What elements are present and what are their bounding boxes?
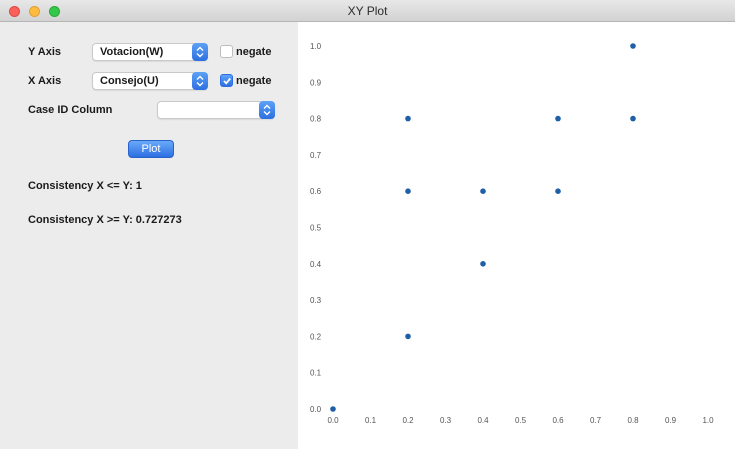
data-point <box>405 188 411 194</box>
consistency-le-text: Consistency X <= Y: 1 <box>28 180 142 192</box>
plot-button[interactable]: Plot <box>128 140 174 158</box>
y-axis-selected-value: Votacion(W) <box>100 46 164 58</box>
x-tick-label: 0.7 <box>590 416 602 425</box>
checkmark-icon <box>223 77 231 85</box>
data-point <box>405 115 411 122</box>
x-negate-checkbox[interactable] <box>220 74 233 87</box>
data-point <box>480 188 486 194</box>
case-id-chevron-icon <box>259 101 275 119</box>
y-axis-chevron-icon <box>192 43 208 61</box>
x-axis-label: X Axis <box>28 75 62 87</box>
data-point <box>555 115 561 122</box>
x-tick-label: 0.3 <box>440 416 452 425</box>
title-bar[interactable]: XY Plot <box>0 0 735 22</box>
x-tick-label: 0.2 <box>402 416 414 425</box>
y-tick-label: 0.2 <box>310 332 322 341</box>
x-tick-label: 0.6 <box>552 416 564 425</box>
data-point <box>480 261 486 267</box>
x-tick-label: 0.1 <box>365 416 377 425</box>
y-negate-checkbox[interactable] <box>220 45 233 58</box>
x-tick-label: 0.0 <box>327 416 339 425</box>
x-axis-select[interactable]: Consejo(U) <box>92 72 208 90</box>
x-axis-selected-value: Consejo(U) <box>100 75 159 87</box>
y-tick-label: 0.0 <box>310 405 322 414</box>
y-tick-label: 0.8 <box>310 115 322 124</box>
xy-plot-window: XY Plot Y Axis Votacion(W) negate X Axis… <box>0 0 735 449</box>
data-point <box>330 406 336 412</box>
y-tick-label: 0.7 <box>310 151 322 160</box>
y-tick-label: 0.4 <box>310 260 322 269</box>
x-tick-label: 1.0 <box>702 416 714 425</box>
data-point <box>555 188 561 194</box>
y-axis-select[interactable]: Votacion(W) <box>92 43 208 61</box>
x-tick-label: 0.5 <box>515 416 527 425</box>
y-tick-label: 0.9 <box>310 78 322 87</box>
data-point <box>630 43 636 49</box>
x-tick-label: 0.8 <box>627 416 639 425</box>
x-tick-label: 0.9 <box>665 416 677 425</box>
consistency-ge-text: Consistency X >= Y: 0.727273 <box>28 214 182 226</box>
scatter-plot-area: 0.0 0.1 0.2 0.3 0.4 0.5 0.6 0.7 0.8 0.9 1.0 0.0 0.1 0… <box>298 22 735 449</box>
y-axis-label: Y Axis <box>28 46 62 58</box>
y-tick-label: 0.3 <box>310 296 322 305</box>
case-id-select[interactable] <box>157 101 275 119</box>
controls-panel: Y Axis Votacion(W) negate X Axis Consejo… <box>0 22 298 449</box>
window-title: XY Plot <box>347 4 388 18</box>
data-point <box>630 115 636 122</box>
y-negate-label: negate <box>236 46 272 58</box>
y-tick-label: 0.5 <box>310 224 322 233</box>
y-tick-label: 1.0 <box>310 42 322 51</box>
scatter-chart: 0.0 0.1 0.2 0.3 0.4 0.5 0.6 0.7 0.8 0.9 1.0 0.0 0.1 0… <box>310 42 714 425</box>
y-tick-label: 0.6 <box>310 187 322 196</box>
data-point <box>405 333 411 340</box>
x-negate-label: negate <box>236 75 272 87</box>
x-tick-label: 0.4 <box>477 416 489 425</box>
case-id-label: Case ID Column <box>28 104 113 116</box>
x-axis-chevron-icon <box>192 72 208 90</box>
y-tick-label: 0.1 <box>310 369 322 378</box>
